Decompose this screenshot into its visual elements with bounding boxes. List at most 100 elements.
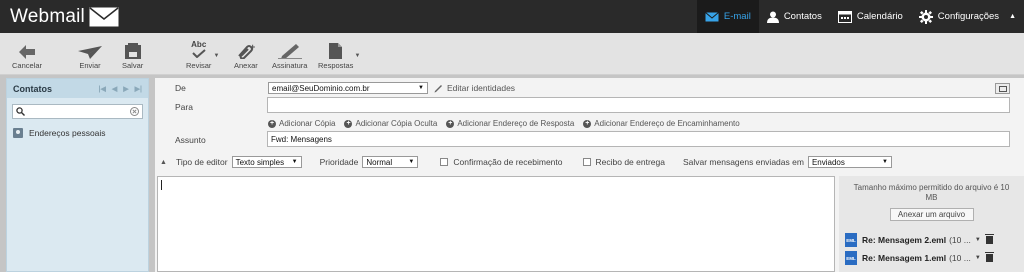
popout-window-icon[interactable] [995, 83, 1010, 94]
chevron-down-icon: ▼ [881, 159, 888, 165]
attachment-menu-icon[interactable]: ▼ [975, 237, 981, 243]
contacts-panel-header: Contatos |◀ ◀ ▶ ▶| [7, 79, 148, 98]
responses-button[interactable]: Respostas ▼ [318, 39, 360, 70]
delete-attachment-icon[interactable] [984, 252, 994, 262]
from-select[interactable]: email@SeuDominio.com.br ▼ [268, 82, 428, 94]
add-reply-to-label: Adicionar Endereço de Resposta [457, 119, 575, 128]
edit-identities-label: Editar identidades [447, 83, 516, 93]
save-button[interactable]: Salvar [122, 39, 143, 70]
to-label: Para [175, 102, 193, 112]
caret-up-icon: ▲ [1009, 13, 1016, 20]
add-reply-to-link[interactable]: + Adicionar Endereço de Resposta [446, 119, 574, 128]
subject-label: Assunto [175, 135, 206, 145]
to-input[interactable] [267, 97, 1010, 113]
next-page-icon[interactable]: ▶ [123, 85, 128, 93]
signature-label: Assinatura [272, 61, 308, 70]
envelope-logo-icon [89, 7, 119, 27]
responses-dropdown-icon[interactable]: ▼ [354, 53, 360, 59]
attach-toolbar-label: Anexar [234, 61, 258, 70]
pencil-icon [434, 84, 442, 92]
address-book-personal[interactable]: Endereços pessoais [7, 125, 148, 140]
signature-button[interactable]: Assinatura [272, 39, 307, 70]
search-icon [16, 107, 25, 116]
user-menu-toggle[interactable]: ▲ [1007, 0, 1024, 33]
priority-select[interactable]: Normal ▼ [362, 156, 419, 168]
compose-options-row: ▲ Tipo de editor Texto simples ▼ Priorida… [160, 156, 892, 168]
logo-text: Webmail [10, 6, 85, 27]
envelope-icon [705, 11, 719, 21]
attachment-item[interactable]: EML Re: Mensagem 2.eml (10 ... ▼ [845, 233, 994, 247]
contacts-search-input[interactable] [12, 104, 143, 119]
attach-file-button[interactable]: Anexar um arquivo [889, 208, 974, 221]
read-receipt-checkbox[interactable] [440, 158, 449, 166]
send-label: Enviar [79, 61, 101, 70]
save-sent-folder-select[interactable]: Enviados ▼ [807, 156, 892, 168]
top-navigation: E-mail Contatos Calendário Configurações… [696, 0, 1024, 33]
add-bcc-link[interactable]: + Adicionar Cópia Oculta [344, 119, 437, 128]
top-bar: Webmail E-mail Contatos Calendário Confi… [0, 0, 1024, 33]
save-sent-label: Salvar mensagens enviadas em [682, 157, 804, 167]
attach-toolbar-button[interactable]: + Anexar [234, 39, 258, 70]
subject-input[interactable]: Fwd: Mensagens [267, 131, 1010, 147]
calendar-icon [837, 10, 852, 23]
nav-email[interactable]: E-mail [696, 0, 759, 33]
arrow-left-icon [19, 45, 35, 59]
spellcheck-button[interactable]: Abc Revisar ▼ [186, 39, 219, 70]
gear-icon [918, 9, 933, 24]
priority-value: Normal [366, 157, 393, 167]
spellcheck-icon [192, 48, 206, 58]
nav-email-label: E-mail [723, 11, 751, 22]
attachment-size: (10 ... [949, 235, 971, 245]
paperclip-icon: + [238, 43, 255, 59]
plus-circle-icon: + [583, 119, 592, 128]
cancel-button[interactable]: Cancelar [12, 39, 42, 70]
send-button[interactable]: Enviar [78, 39, 102, 70]
eml-file-icon: EML [845, 251, 857, 265]
chevron-down-icon: ▼ [408, 159, 415, 165]
message-body-editor[interactable] [157, 176, 835, 272]
collapse-options-icon[interactable]: ▲ [160, 159, 167, 166]
add-cc-link[interactable]: + Adicionar Cópia [268, 119, 335, 128]
paper-plane-icon [78, 46, 102, 59]
pen-icon [277, 44, 302, 59]
delete-attachment-icon[interactable] [984, 234, 994, 244]
text-caret [161, 180, 162, 190]
delivery-receipt-label: Recibo de entrega [595, 157, 665, 167]
priority-label: Prioridade [319, 157, 359, 167]
add-followup-to-label: Adicionar Endereço de Encaminhamento [594, 119, 740, 128]
attachment-item[interactable]: EML Re: Mensagem 1.eml (10 ... ▼ [845, 251, 994, 265]
subject-value: Fwd: Mensagens [271, 134, 332, 144]
prev-page-icon[interactable]: ◀ [112, 85, 117, 93]
nav-contacts[interactable]: Contatos [759, 0, 830, 33]
nav-calendar[interactable]: Calendário [830, 0, 911, 33]
first-page-icon[interactable]: |◀ [99, 85, 106, 93]
nav-settings[interactable]: Configurações [911, 0, 1007, 33]
editor-type-select[interactable]: Texto simples ▼ [231, 156, 302, 168]
add-followup-to-link[interactable]: + Adicionar Endereço de Encaminhamento [583, 119, 740, 128]
cancel-label: Cancelar [12, 61, 43, 70]
attachment-menu-icon[interactable]: ▼ [975, 255, 981, 261]
spellcheck-icon-text: Abc [191, 39, 207, 49]
delivery-receipt-checkbox[interactable] [582, 158, 591, 166]
responses-label: Respostas [318, 61, 354, 70]
plus-circle-icon: + [268, 119, 276, 128]
contacts-panel-title: Contatos [13, 83, 52, 94]
compose-toolbar: Cancelar Enviar Salvar Abc Revisar ▼ + A… [0, 33, 1024, 75]
plus-circle-icon: + [344, 119, 353, 128]
add-cc-label: Adicionar Cópia [279, 119, 336, 128]
attachments-panel: Tamanho máximo permitido do arquivo é 10… [839, 176, 1024, 272]
spellcheck-dropdown-icon[interactable]: ▼ [213, 53, 219, 59]
eml-file-icon: EML [845, 233, 857, 247]
plus-circle-icon: + [446, 119, 455, 128]
read-receipt-label: Confirmação de recebimento [453, 157, 563, 167]
webmail-logo[interactable]: Webmail [10, 6, 119, 28]
edit-identities-link[interactable]: Editar identidades [434, 83, 515, 93]
attachment-size: (10 ... [949, 253, 971, 263]
from-value: email@SeuDominio.com.br [272, 83, 370, 93]
clear-search-icon[interactable] [130, 107, 139, 116]
address-book-icon [13, 127, 23, 138]
compose-form: De email@SeuDominio.com.br ▼ Editar ident… [155, 78, 1024, 272]
chevron-down-icon: ▼ [291, 159, 298, 165]
editor-type-value: Texto simples [235, 157, 285, 167]
last-page-icon[interactable]: ▶| [135, 85, 142, 93]
